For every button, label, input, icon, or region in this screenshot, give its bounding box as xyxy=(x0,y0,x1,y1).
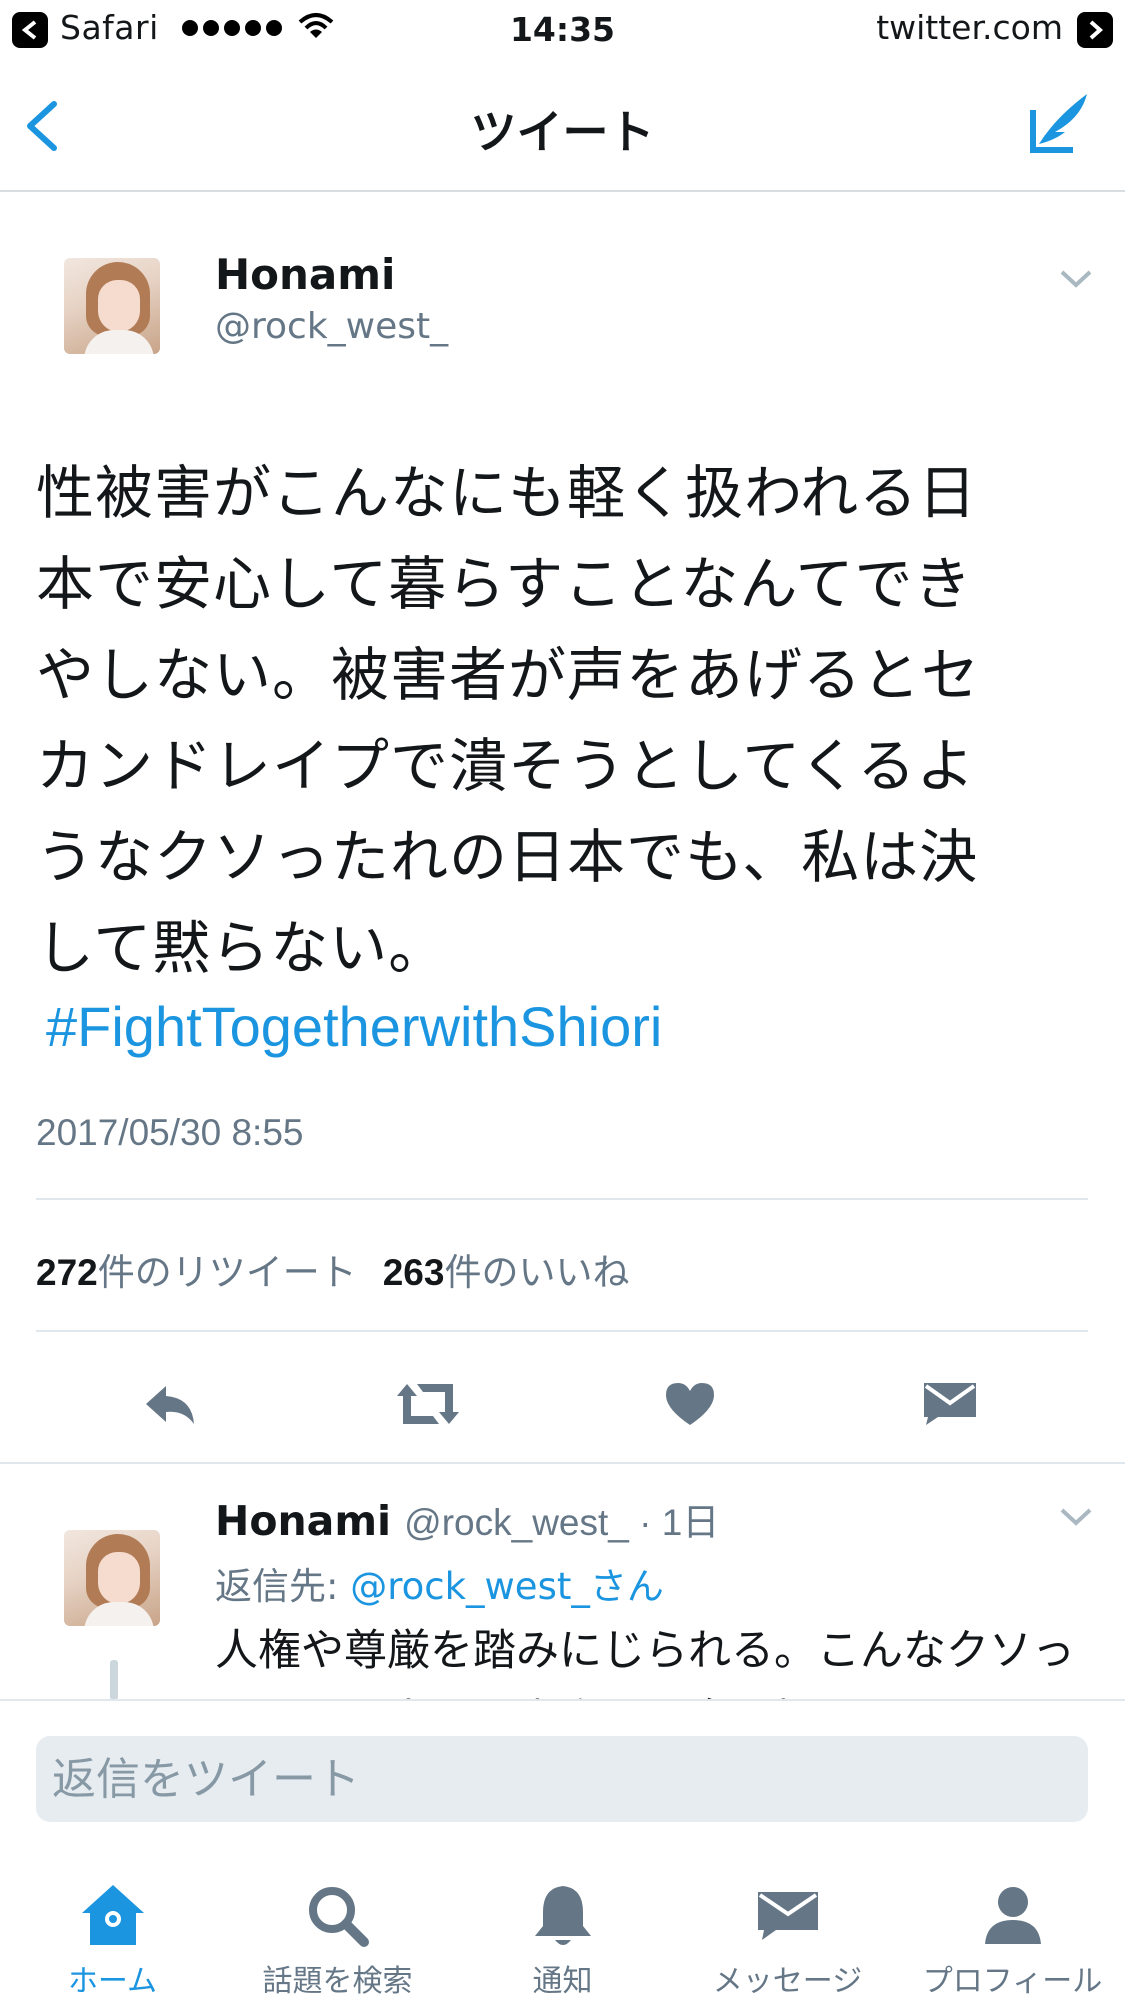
tab-home[interactable]: ホーム xyxy=(0,1860,225,2001)
reply-to-line: 返信先: @rock_west_さん xyxy=(215,1556,664,1610)
thread-line xyxy=(110,1660,118,1700)
tweet-actions xyxy=(0,1364,1125,1444)
tab-notifications-label: 通知 xyxy=(532,1964,593,1999)
retweet-icon xyxy=(397,1384,459,1424)
tab-messages-label: メッセージ xyxy=(712,1964,863,1999)
reply-to-mention[interactable]: @rock_west_さん xyxy=(350,1565,664,1608)
page-title: ツイート xyxy=(470,105,655,159)
status-bar: Safari 14:35 twitter.com xyxy=(0,0,1125,58)
home-icon xyxy=(81,1885,144,1945)
divider xyxy=(0,1462,1125,1464)
search-icon xyxy=(308,1887,369,1947)
bell-icon xyxy=(534,1886,591,1945)
reply-author-name[interactable]: Honami xyxy=(215,1497,391,1545)
tab-notifications[interactable]: 通知 xyxy=(450,1860,675,2001)
person-icon xyxy=(984,1887,1041,1944)
chevron-down-icon[interactable] xyxy=(1059,268,1093,290)
reply-header: Honami @rock_west_ · 1日 xyxy=(215,1492,719,1546)
envelope-icon xyxy=(924,1383,976,1425)
reply-icon xyxy=(146,1386,194,1424)
compose-tweet-icon[interactable] xyxy=(1025,88,1095,158)
reply-to-prefix: 返信先: xyxy=(215,1565,351,1608)
tweet-text-line: やしない。被害者が声をあげるとセ xyxy=(36,641,981,709)
tab-search[interactable]: 話題を検索 xyxy=(225,1860,450,2001)
tweet-timestamp: 2017/05/30 8:55 xyxy=(36,1112,304,1153)
tweet-text: 性被害がこんなにも軽く扱われる日 本で安心して暮らすことなんてでき やしない。被… xyxy=(36,448,1086,994)
envelope-icon xyxy=(757,1892,818,1940)
divider xyxy=(36,1198,1088,1200)
tweet-text-line: 本で安心して暮らすことなんてでき xyxy=(36,550,973,618)
divider xyxy=(36,1330,1088,1332)
reply-author-avatar[interactable] xyxy=(64,1530,160,1626)
tweet-text-line: 性被害がこんなにも軽く扱われる日 xyxy=(36,459,978,527)
engagement-counts: 272件のリツイート 263件のいいね xyxy=(36,1242,629,1296)
author-name[interactable]: Honami xyxy=(215,250,395,299)
like-count-link[interactable]: 263件のいいね xyxy=(383,1251,630,1294)
retweet-count-link[interactable]: 272件のリツイート xyxy=(36,1251,357,1294)
tweet-text-line: カンドレイプで潰そうとしてくるよ xyxy=(36,732,976,800)
tweet-text-line: して黙らない。 xyxy=(36,914,448,982)
status-site: twitter.com xyxy=(876,8,1063,47)
reply-button[interactable] xyxy=(130,1364,210,1444)
reply-input[interactable] xyxy=(36,1736,1088,1822)
chevron-down-icon[interactable] xyxy=(1059,1506,1093,1528)
tab-bar: ホーム 話題を検索 通知 メッセージ プロフィール xyxy=(0,1860,1125,2001)
reply-handle-time: @rock_west_ · 1日 xyxy=(404,1502,720,1543)
author-handle[interactable]: @rock_west_ xyxy=(215,306,448,347)
direct-message-button[interactable] xyxy=(910,1364,990,1444)
tab-profile[interactable]: プロフィール xyxy=(900,1860,1125,2001)
forward-to-site-icon[interactable] xyxy=(1077,12,1113,48)
navigation-bar: ツイート xyxy=(0,58,1125,192)
heart-icon xyxy=(666,1383,714,1425)
author-avatar[interactable] xyxy=(64,258,160,354)
tab-profile-label: プロフィール xyxy=(922,1964,1103,1999)
like-button[interactable] xyxy=(650,1364,730,1444)
tab-search-label: 話題を検索 xyxy=(262,1964,413,1999)
reply-composer[interactable] xyxy=(36,1736,1088,1822)
hashtag-link[interactable]: #FightTogetherwithShiori xyxy=(46,994,662,1059)
reply-text[interactable]: 人権や尊厳を踏みにじられる。こんなクソったれな日本は、崇高な理念を掲げている xyxy=(215,1616,1095,1700)
tab-messages[interactable]: メッセージ xyxy=(675,1860,900,2001)
retweet-button[interactable] xyxy=(388,1364,468,1444)
tab-home-label: ホーム xyxy=(67,1964,158,1999)
tweet-text-line: うなクソったれの日本でも、私は決 xyxy=(36,823,979,891)
